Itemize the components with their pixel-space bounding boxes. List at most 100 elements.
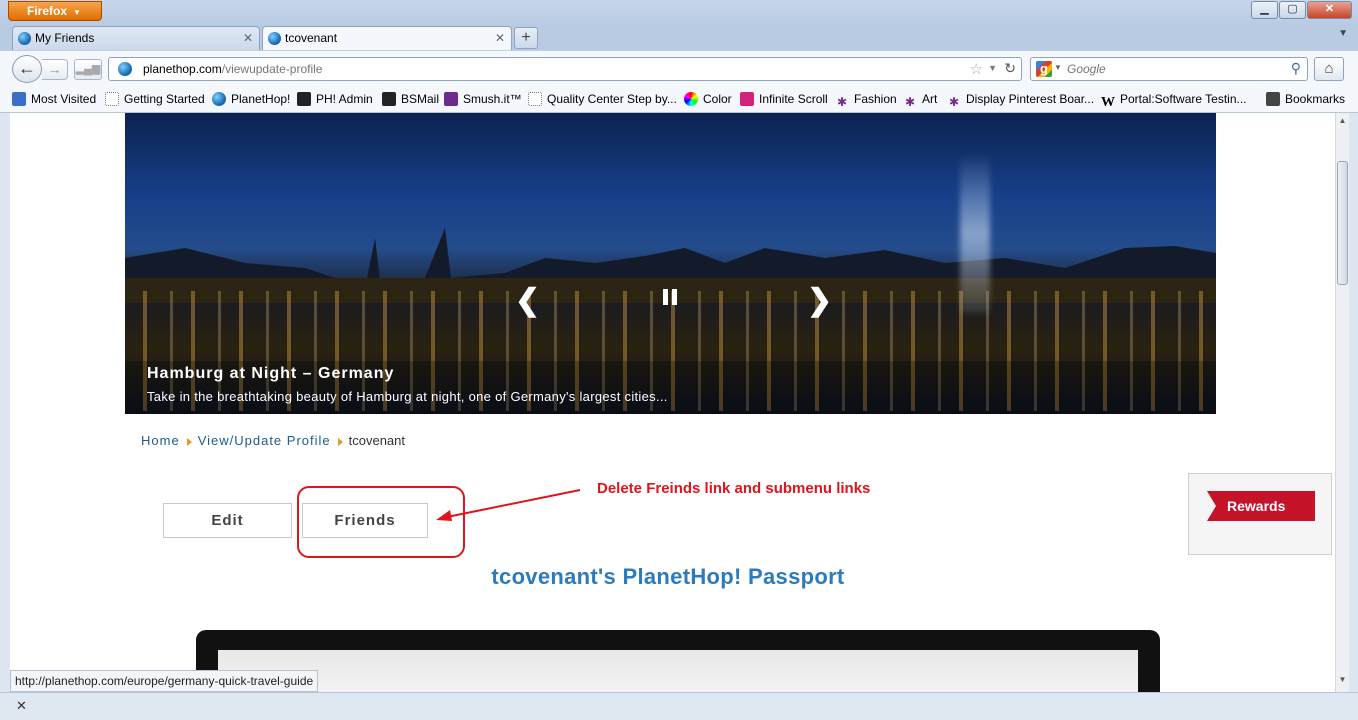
url-text[interactable]: planethop.com/viewupdate-profile [143, 62, 322, 76]
firefox-menu-label: Firefox [27, 4, 68, 18]
globe-icon [212, 92, 226, 106]
breadcrumb-arrow-icon [186, 438, 192, 446]
bookmark-label: Fashion [854, 92, 897, 106]
bookmark-color[interactable]: Color [684, 92, 732, 106]
scroll-down-icon[interactable]: ▼ [1336, 675, 1349, 689]
bsmail-icon [382, 92, 396, 106]
bookmark-label: Art [922, 92, 938, 106]
passport-screen [218, 650, 1138, 692]
octopus-icon: ✱ [904, 95, 916, 109]
previous-slide-icon[interactable]: ❮ [515, 283, 540, 318]
d-icon [740, 92, 754, 106]
tab-strip: My Friends ✕ tcovenant ✕ + ▼ [0, 24, 1358, 50]
breadcrumb-view-update-profile[interactable]: View/Update Profile [198, 433, 331, 448]
yahoo-icon [444, 92, 458, 106]
bookmark-art[interactable]: ✱ Art [903, 92, 937, 109]
next-slide-icon[interactable]: ❯ [807, 283, 832, 318]
window-controls: ▁ ▢ ✕ [1251, 1, 1352, 19]
breadcrumb-home[interactable]: Home [141, 433, 180, 448]
bookmark-fashion[interactable]: ✱ Fashion [835, 92, 897, 109]
bookmark-label: Display Pinterest Boar... [966, 92, 1095, 106]
vertical-scrollbar[interactable]: ▲ ▼ [1335, 113, 1349, 692]
annotation-text: Delete Freinds link and submenu links [597, 480, 871, 497]
back-button[interactable]: ← [12, 55, 42, 83]
bookmarks-menu-label: Bookmarks [1285, 92, 1346, 106]
bookmark-quality-center[interactable]: Quality Center Step by... [528, 92, 677, 106]
breadcrumb: Home View/Update Profile tcovenant [141, 433, 405, 448]
tab-label: My Friends [35, 31, 95, 45]
url-host: planethop.com [143, 62, 222, 76]
bookmark-most-visited[interactable]: Most Visited [12, 92, 96, 106]
bookmark-display-pinterest[interactable]: ✱ Display Pinterest Boar... [947, 92, 1094, 109]
bookmark-label: BSMail [401, 92, 440, 106]
url-bar[interactable]: planethop.com/viewupdate-profile ☆ ▼ ↻ [108, 57, 1022, 81]
tab-tcovenant[interactable]: tcovenant ✕ [262, 26, 512, 50]
color-wheel-icon [684, 92, 698, 106]
tab-label: tcovenant [285, 31, 338, 45]
firefox-menu-button[interactable]: Firefox ▼ [8, 1, 102, 21]
bookmarks-toolbar: Most Visited Getting Started PlanetHop! … [0, 86, 1358, 113]
feed-icon[interactable]: ▂▄▆ [74, 59, 102, 80]
slide-description: Take in the breathtaking beauty of Hambu… [147, 389, 668, 404]
close-tab-icon[interactable]: ✕ [243, 27, 253, 49]
scroll-up-icon[interactable]: ▲ [1336, 116, 1349, 130]
site-identity-icon[interactable] [118, 62, 132, 76]
minimize-button[interactable]: ▁ [1251, 1, 1278, 19]
addon-bar: ✕ [0, 692, 1358, 720]
close-window-button[interactable]: ✕ [1307, 1, 1352, 19]
breadcrumb-arrow-icon [337, 438, 343, 446]
window-titlebar: Firefox ▼ ▁ ▢ ✕ [0, 0, 1358, 24]
passport-title: tcovenant's PlanetHop! Passport [491, 564, 845, 589]
annotation-arrow-icon [436, 489, 581, 521]
globe-icon [268, 32, 281, 45]
bookmark-star-icon[interactable]: ☆ [970, 60, 983, 78]
scrollbar-thumb[interactable] [1337, 161, 1348, 285]
edit-button[interactable]: Edit [163, 503, 292, 538]
bookmark-portal-software[interactable]: W Portal:Software Testin... [1101, 92, 1247, 110]
search-engine-dropdown-icon[interactable]: ▼ [1054, 63, 1062, 72]
close-tab-icon[interactable]: ✕ [495, 27, 505, 49]
maximize-button[interactable]: ▢ [1279, 1, 1306, 19]
bookmark-ph-admin[interactable]: PH! Admin [297, 92, 373, 106]
home-button[interactable]: ⌂ [1314, 57, 1344, 81]
bookmark-label: Portal:Software Testin... [1120, 92, 1247, 106]
forward-button[interactable]: → [42, 59, 68, 80]
globe-icon [18, 32, 31, 45]
slide-title[interactable]: Hamburg at Night – Germany [147, 365, 394, 383]
bookmark-label: Smush.it™ [463, 92, 522, 106]
navigation-toolbar: ← → ▂▄▆ planethop.com/viewupdate-profile… [0, 50, 1358, 86]
bookmarks-star-icon [1266, 92, 1280, 106]
most-visited-icon [12, 92, 26, 106]
chevron-down-icon: ▼ [73, 8, 81, 17]
status-link-preview: http://planethop.com/europe/germany-quic… [10, 670, 319, 692]
bookmark-label: PlanetHop! [231, 92, 291, 106]
bookmark-smushit[interactable]: Smush.it™ [444, 92, 522, 106]
bookmark-label: Infinite Scroll [759, 92, 828, 106]
pause-icon[interactable] [663, 289, 677, 305]
bookmark-infinite-scroll[interactable]: Infinite Scroll [740, 92, 828, 106]
history-dropdown-icon[interactable]: ▼ [988, 63, 997, 73]
fountain-image [960, 153, 990, 313]
search-placeholder: Google [1067, 62, 1106, 76]
list-all-tabs-icon[interactable]: ▼ [1338, 28, 1348, 39]
google-icon[interactable]: g [1036, 61, 1052, 77]
rewards-button[interactable]: Rewards [1207, 491, 1315, 521]
wikipedia-icon: W [1101, 95, 1115, 110]
close-addon-bar-icon[interactable]: ✕ [16, 698, 27, 714]
octopus-icon: ✱ [836, 95, 848, 109]
bookmarks-menu-button[interactable]: Bookmarks [1266, 92, 1345, 106]
page-icon [528, 92, 542, 106]
bookmark-planethop[interactable]: PlanetHop! [212, 92, 290, 106]
reload-icon[interactable]: ↻ [1004, 60, 1016, 77]
bookmark-getting-started[interactable]: Getting Started [105, 92, 205, 106]
bookmark-label: Getting Started [124, 92, 205, 106]
bookmark-label: Most Visited [31, 92, 97, 106]
breadcrumb-current: tcovenant [348, 433, 405, 448]
search-bar[interactable]: g ▼ Google ⚲ [1030, 57, 1308, 81]
search-icon[interactable]: ⚲ [1291, 60, 1301, 77]
bookmark-bsmail[interactable]: BSMail [382, 92, 439, 106]
page-icon [105, 92, 119, 106]
bookmark-label: PH! Admin [316, 92, 373, 106]
new-tab-button[interactable]: + [514, 27, 538, 49]
tab-my-friends[interactable]: My Friends ✕ [12, 26, 260, 50]
